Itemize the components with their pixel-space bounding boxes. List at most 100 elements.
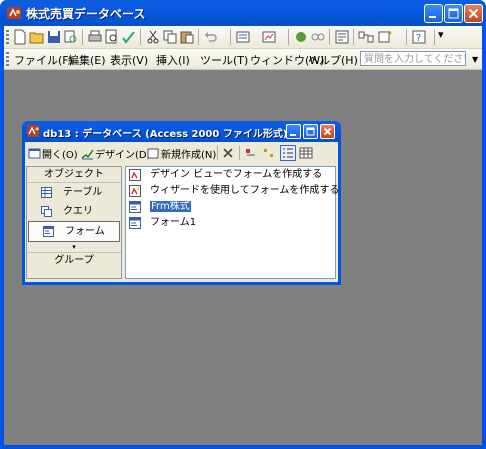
list-item[interactable]: フォーム1 [126,215,335,231]
table-icon [41,187,52,198]
code-icon[interactable] [293,29,309,45]
database-window-client: 開く(O) デザイン(D) 新規作成(N) オブジェクト テーブル クエリ フォ… [25,142,339,282]
copy-icon[interactable] [162,29,178,45]
maximize-icon [448,8,459,19]
paste-icon[interactable] [179,29,195,45]
app-client: ? ▾ ファイル(F) 編集(E) 表示(V) 挿入(I) ツール(T) ウィン… [4,26,482,445]
maximize-icon [306,127,315,136]
properties-icon[interactable] [334,29,350,45]
db-maximize-button[interactable] [303,124,318,139]
form-icon [129,217,141,229]
toolbar-grip[interactable] [6,30,9,44]
relationships-icon[interactable] [358,29,374,45]
new-file-icon[interactable] [12,29,28,45]
more-objects-button[interactable]: ▾ [27,242,121,253]
list-item-label: ウィザードを使用してフォームを作成する [150,185,340,196]
new-button-label: 新規作成(N) [161,150,217,161]
list-item-label: Frm株式 [150,201,191,212]
large-icons-icon[interactable] [244,146,258,160]
object-forms[interactable]: フォーム [28,221,120,242]
open-button-label: 開く(O) [42,150,78,161]
maximize-button[interactable] [444,4,463,23]
open-form-icon [28,148,41,159]
menubar-grip[interactable] [6,52,9,66]
new-object-icon[interactable] [377,29,393,45]
toolbar-separator [217,146,218,160]
search-file-icon[interactable] [63,29,79,45]
groups-header[interactable]: グループ [27,253,121,268]
toolbar-separator [239,146,240,160]
design-wizard-icon [129,169,141,181]
save-icon[interactable] [46,29,62,45]
form-icon [129,201,141,213]
undo-icon[interactable] [203,29,219,45]
toolbar-separator [82,29,83,45]
toolbar-separator [406,29,407,45]
list-item[interactable]: デザイン ビューでフォームを作成する [126,167,335,183]
close-button[interactable] [464,4,483,23]
menu-edit[interactable]: 編集(E) [68,52,106,68]
form-icon [43,226,54,237]
design-icon [81,149,94,160]
help-icon[interactable]: ? [411,29,427,45]
list-view-icon[interactable] [280,145,296,161]
db-minimize-button[interactable] [286,124,301,139]
svg-text:?: ? [416,33,421,44]
object-list: デザイン ビューでフォームを作成する ウィザードを使用してフォームを作成する F… [125,166,339,279]
ask-question-dropdown-icon[interactable]: ▼ [472,55,478,64]
design-button-label: デザイン(D) [95,150,151,161]
object-queries[interactable]: クエリ [27,202,121,221]
list-item[interactable]: ウィザードを使用してフォームを作成する [126,183,339,199]
menu-bar: ファイル(F) 編集(E) 表示(V) 挿入(I) ツール(T) ウィンドウ(W… [4,49,482,70]
toolbar-separator [353,29,354,45]
open-button[interactable]: 開く(O) [28,146,78,161]
print-preview-icon[interactable] [104,29,120,45]
menu-insert[interactable]: 挿入(I) [156,52,190,68]
open-folder-icon[interactable] [29,29,45,45]
toolbar-separator [434,29,435,45]
object-queries-label: クエリ [63,206,93,217]
design-button[interactable]: デザイン(D) [81,146,151,161]
new-button[interactable]: 新規作成(N) [147,146,216,161]
object-forms-label: フォーム [65,226,105,237]
menu-help[interactable]: ヘルプ(H) [308,52,358,68]
db-close-button[interactable] [320,124,335,139]
app-window: 株式売買データベース ? ▾ ファイル(F) 編集(E) 表示(V) 挿入(I)… [0,0,486,449]
toolbar-separator [329,29,330,45]
details-view-icon[interactable] [299,146,313,160]
menu-tools[interactable]: ツール(T) [200,52,248,68]
ask-question-input[interactable]: 質問を入力してください [360,51,466,66]
cut-icon[interactable] [145,29,161,45]
mdi-workspace: db13 : データベース (Access 2000 ファイル形式) 開く(O)… [4,70,482,445]
script-editor-icon[interactable] [310,29,326,45]
database-window-title-bar[interactable]: db13 : データベース (Access 2000 ファイル形式) [22,121,341,142]
print-icon[interactable] [87,29,103,45]
toolbar-separator [198,29,199,45]
menu-view[interactable]: 表示(V) [110,52,148,68]
spelling-icon[interactable] [121,29,137,45]
toolbar-separator [230,29,231,45]
object-tables-label: テーブル [63,187,103,198]
minimize-icon [290,134,296,136]
access-key-icon [7,7,21,19]
analyze-icon[interactable] [261,29,277,45]
database-window: db13 : データベース (Access 2000 ファイル形式) 開く(O)… [22,121,341,285]
small-icons-icon[interactable] [262,146,276,160]
office-links-icon[interactable] [235,29,251,45]
list-item[interactable]: Frm株式 [126,199,335,215]
object-tables[interactable]: テーブル [27,183,121,202]
wizard-icon [129,185,141,197]
menu-file[interactable]: ファイル(F) [14,52,73,68]
standard-toolbar: ? ▾ [4,26,482,49]
new-object-icon [147,147,160,159]
objects-bar: オブジェクト テーブル クエリ フォーム ▾ グループ [26,166,122,279]
app-title-bar[interactable]: 株式売買データベース [0,0,486,26]
minimize-button[interactable] [424,4,443,23]
minimize-icon [429,16,436,18]
objects-header[interactable]: オブジェクト [27,167,121,183]
toolbar-options-chevron[interactable]: ▾ [438,28,444,41]
database-window-title: db13 : データベース (Access 2000 ファイル形式) [43,129,288,140]
close-icon [468,8,479,19]
close-icon [323,127,332,136]
delete-icon[interactable] [221,146,235,160]
